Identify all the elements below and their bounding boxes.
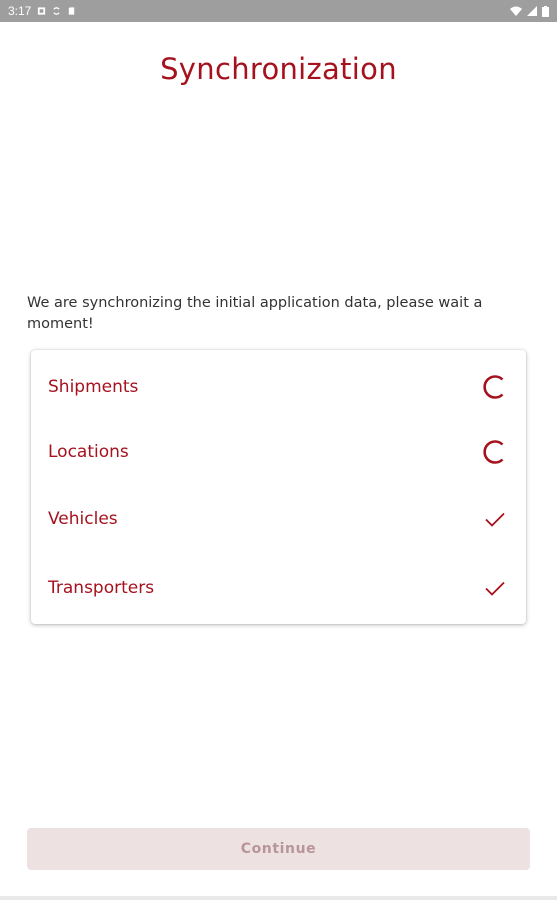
nav-bar-edge xyxy=(0,896,557,900)
sd-card-icon xyxy=(69,7,75,15)
status-time: 3:17 xyxy=(8,4,32,18)
sync-intro-text: We are synchronizing the initial applica… xyxy=(27,295,483,332)
sync-item-label: Vehicles xyxy=(48,509,118,529)
loading-icon xyxy=(483,375,504,399)
sync-item-vehicles: Vehicles xyxy=(31,499,526,539)
sync-item-label: Shipments xyxy=(48,377,139,397)
status-bar: 3:17 xyxy=(0,0,557,22)
loading-icon xyxy=(483,440,504,464)
check-icon xyxy=(485,512,505,527)
continue-button[interactable]: Continue xyxy=(27,828,530,870)
sync-item-label: Locations xyxy=(48,442,129,462)
battery-icon xyxy=(542,5,549,17)
cell-signal-icon xyxy=(527,6,537,16)
sync-status-card: Shipments Locations Vehicles Transporter… xyxy=(31,350,526,624)
page-title: Synchronization xyxy=(160,52,397,86)
sync-notification-icon xyxy=(53,7,61,15)
sync-item-transporters: Transporters xyxy=(31,568,526,608)
sync-item-locations: Locations xyxy=(31,432,526,472)
sync-item-label: Transporters xyxy=(48,578,155,598)
check-icon xyxy=(485,581,505,596)
wifi-icon xyxy=(510,6,522,16)
sync-item-shipments: Shipments xyxy=(31,367,526,407)
notification-icon xyxy=(38,7,46,15)
